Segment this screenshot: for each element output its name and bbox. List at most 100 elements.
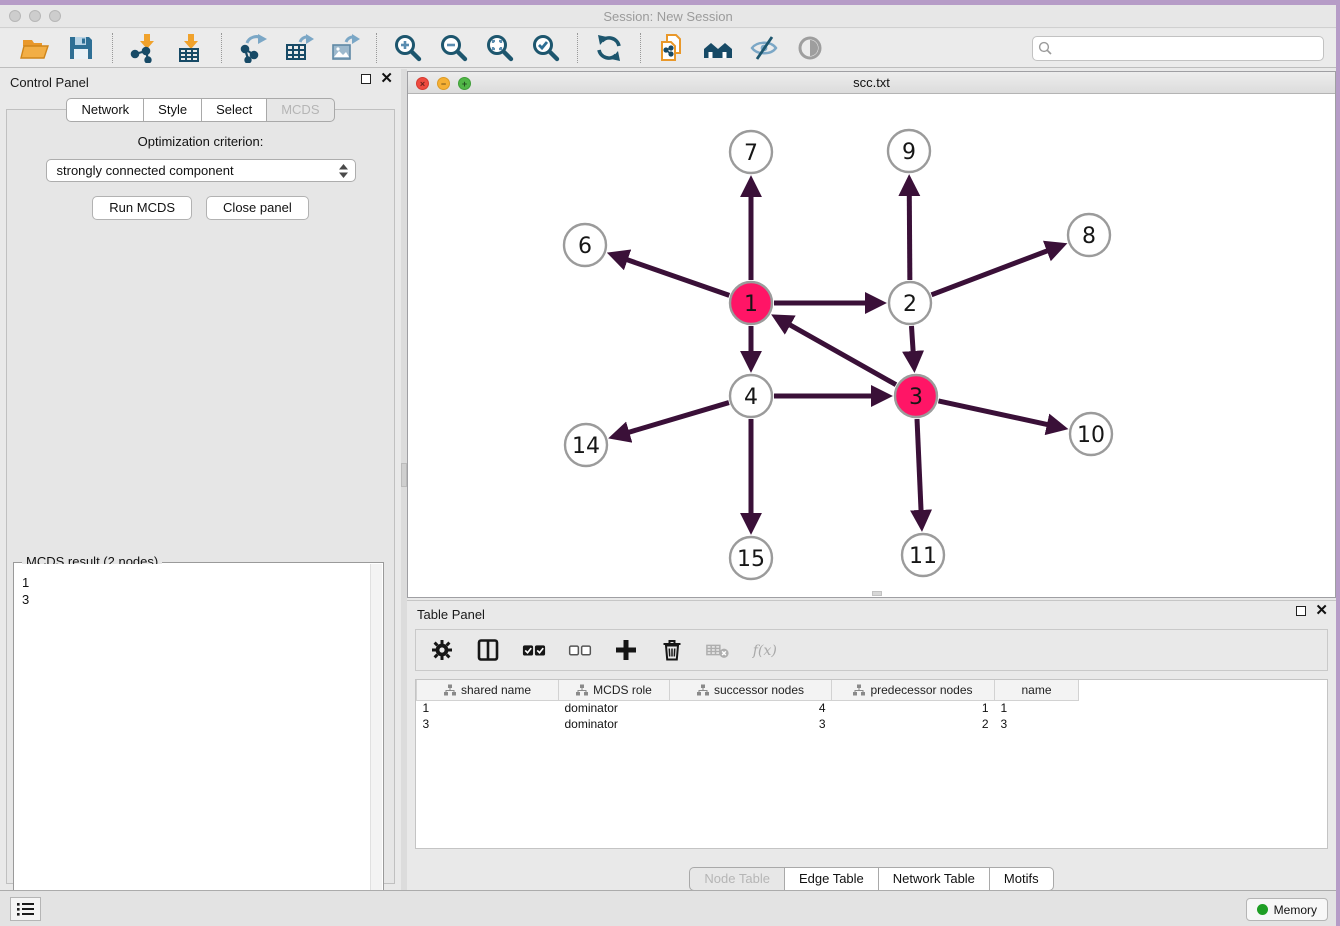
cell-predecessor-nodes[interactable]: 2 <box>832 716 995 732</box>
zoom-in-button[interactable] <box>391 31 425 65</box>
svg-text:11: 11 <box>909 544 937 569</box>
tab-node-table[interactable]: Node Table <box>689 867 785 891</box>
graph-node-4[interactable]: 4 <box>730 375 772 417</box>
cell-mcds-role[interactable]: dominator <box>559 700 670 716</box>
graph-edge-4-14[interactable] <box>628 403 729 433</box>
graph-edge-1-6[interactable] <box>627 260 730 296</box>
run-mcds-button[interactable]: Run MCDS <box>92 196 192 220</box>
graph-node-14[interactable]: 14 <box>565 424 607 466</box>
window-title: Session: New Session <box>0 9 1336 24</box>
list-icon <box>17 902 35 916</box>
mcds-result-text[interactable]: 1 3 <box>15 564 370 926</box>
table-row[interactable]: 1 dominator 4 1 1 <box>417 700 1079 716</box>
col-name[interactable]: name <box>995 680 1079 700</box>
deselect-all-rows-button[interactable] <box>568 638 592 662</box>
cell-successor-nodes[interactable]: 4 <box>670 700 832 716</box>
network-resize-handle[interactable] <box>872 591 882 596</box>
toggle-columns-button[interactable] <box>476 638 500 662</box>
graph-node-10[interactable]: 10 <box>1070 413 1112 455</box>
cell-successor-nodes[interactable]: 3 <box>670 716 832 732</box>
graph-edge-3-1[interactable] <box>789 325 896 385</box>
table-settings-button[interactable] <box>430 638 454 662</box>
cell-mcds-role[interactable]: dominator <box>559 716 670 732</box>
task-history-button[interactable] <box>10 897 41 921</box>
control-panel: Control Panel ✕ Network Style Select MCD… <box>0 69 401 890</box>
zoom-out-button[interactable] <box>437 31 471 65</box>
graph-edge-2-9[interactable] <box>909 195 910 280</box>
column-type-icon <box>576 684 588 696</box>
graph-node-3[interactable]: 3 <box>895 375 937 417</box>
column-type-icon <box>444 684 456 696</box>
graph-edge-2-8[interactable] <box>932 251 1048 295</box>
graph-node-8[interactable]: 8 <box>1068 214 1110 256</box>
float-panel-icon[interactable] <box>361 74 371 84</box>
export-network-button[interactable] <box>236 31 270 65</box>
tab-style[interactable]: Style <box>144 98 202 122</box>
cell-name[interactable]: 3 <box>995 716 1079 732</box>
export-image-button[interactable] <box>328 31 362 65</box>
criterion-select[interactable]: strongly connected component <box>46 159 356 182</box>
col-successor-nodes[interactable]: successor nodes <box>670 680 832 700</box>
close-table-panel-icon[interactable]: ✕ <box>1315 606 1328 616</box>
network-graph: 7 9 6 8 1 2 4 3 14 10 15 11 <box>408 94 1335 597</box>
col-predecessor-nodes[interactable]: predecessor nodes <box>832 680 995 700</box>
search-input[interactable] <box>1032 36 1324 61</box>
svg-text:1: 1 <box>744 292 758 317</box>
svg-text:7: 7 <box>744 141 758 166</box>
export-table-button[interactable] <box>282 31 316 65</box>
tab-motifs[interactable]: Motifs <box>990 867 1054 891</box>
hide-graphics-details-button[interactable] <box>747 31 781 65</box>
graph-edge-3-10[interactable] <box>938 401 1048 425</box>
graph-node-6[interactable]: 6 <box>564 224 606 266</box>
zoom-fit-button[interactable] <box>483 31 517 65</box>
cell-shared-name[interactable]: 1 <box>417 700 559 716</box>
close-panel-button[interactable]: Close panel <box>206 196 309 220</box>
graph-node-9[interactable]: 9 <box>888 130 930 172</box>
float-table-panel-icon[interactable] <box>1296 606 1306 616</box>
node-table: shared name MCDS role successor nodes pr… <box>416 680 1079 732</box>
tab-network[interactable]: Network <box>66 98 144 122</box>
show-graphics-details-button[interactable] <box>793 31 827 65</box>
save-session-button[interactable] <box>64 31 98 65</box>
graph-edge-2-3[interactable] <box>911 326 913 352</box>
network-canvas[interactable]: 7 9 6 8 1 2 4 3 14 10 15 11 <box>408 94 1335 597</box>
graph-node-11[interactable]: 11 <box>902 534 944 576</box>
select-all-icon <box>522 638 546 662</box>
column-type-icon <box>853 684 865 696</box>
refresh-view-button[interactable] <box>592 31 626 65</box>
home-button[interactable] <box>701 31 735 65</box>
graph-node-15[interactable]: 15 <box>730 537 772 579</box>
graph-node-2[interactable]: 2 <box>889 282 931 324</box>
zoom-selected-button[interactable] <box>529 31 563 65</box>
graph-node-1[interactable]: 1 <box>730 282 772 324</box>
col-mcds-role[interactable]: MCDS role <box>559 680 670 700</box>
import-network-button[interactable] <box>127 31 161 65</box>
delete-table-button <box>706 638 730 662</box>
clone-network-button[interactable] <box>655 31 689 65</box>
tab-select[interactable]: Select <box>202 98 267 122</box>
clone-network-icon <box>657 33 687 63</box>
export-table-icon <box>284 33 314 63</box>
import-table-button[interactable] <box>173 31 207 65</box>
tab-edge-table[interactable]: Edge Table <box>785 867 879 891</box>
memory-button[interactable]: Memory <box>1246 898 1328 921</box>
add-column-button[interactable] <box>614 638 638 662</box>
tab-network-table[interactable]: Network Table <box>879 867 990 891</box>
cell-shared-name[interactable]: 3 <box>417 716 559 732</box>
result-scrollbar[interactable] <box>370 564 382 926</box>
select-all-rows-button[interactable] <box>522 638 546 662</box>
table-row[interactable]: 3 dominator 3 2 3 <box>417 716 1079 732</box>
toolbar-separator <box>376 33 377 63</box>
delete-column-button[interactable] <box>660 638 684 662</box>
tab-mcds[interactable]: MCDS <box>267 98 334 122</box>
cell-name[interactable]: 1 <box>995 700 1079 716</box>
graph-edge-3-11[interactable] <box>917 419 921 511</box>
network-window-titlebar[interactable]: × − + scc.txt <box>408 72 1335 94</box>
svg-text:3: 3 <box>909 385 923 410</box>
close-panel-icon[interactable]: ✕ <box>380 74 393 84</box>
select-stepper-icon <box>338 163 349 179</box>
col-shared-name[interactable]: shared name <box>417 680 559 700</box>
graph-node-7[interactable]: 7 <box>730 131 772 173</box>
cell-predecessor-nodes[interactable]: 1 <box>832 700 995 716</box>
open-session-button[interactable] <box>18 31 52 65</box>
